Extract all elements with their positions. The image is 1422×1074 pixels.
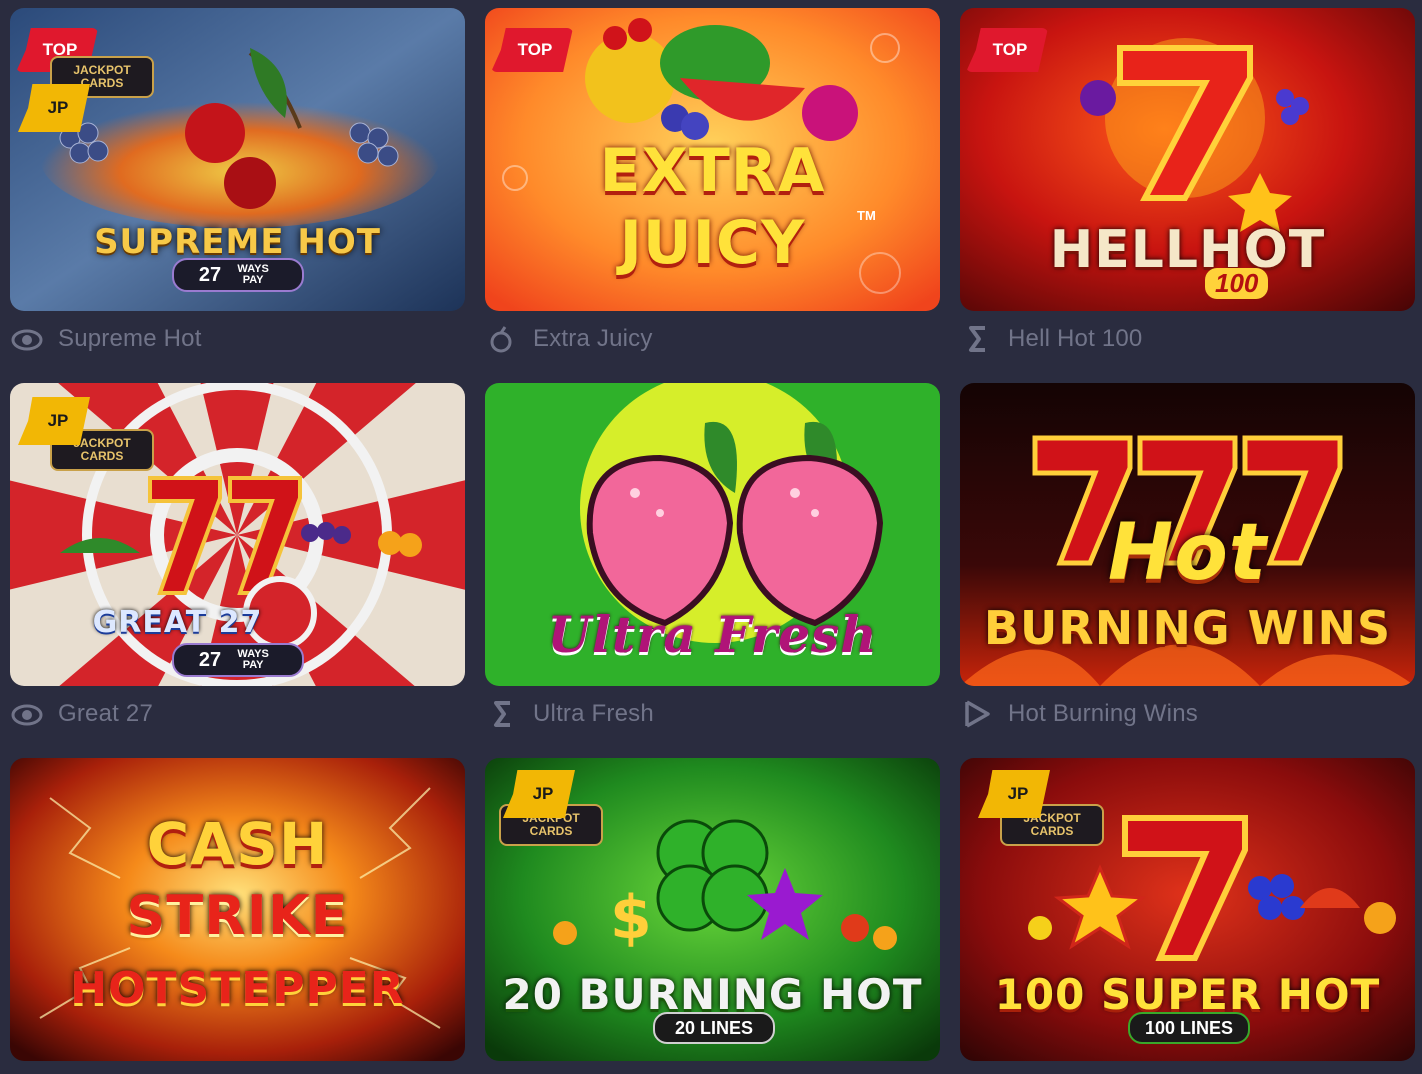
game-card-ultra-fresh[interactable]: Ultra Fresh bbox=[485, 383, 940, 686]
game-card-hell-hot-100[interactable]: HELLHOT 100 TOP bbox=[960, 8, 1415, 311]
ways-text: WAYS PAY bbox=[237, 648, 269, 671]
eye-provider-icon bbox=[10, 697, 44, 731]
game-card-great-27[interactable]: GREAT 27 27 WAYS PAY JACKPOT CARDS JP bbox=[10, 383, 465, 686]
games-grid: SUPREME HOT 27 WAYS PAY TOP JACKPOT CARD… bbox=[0, 0, 1422, 1074]
game-card-extra-juicy[interactable]: EXTRA JUICY TM TOP bbox=[485, 8, 940, 311]
ways-number: 27 bbox=[198, 648, 222, 671]
game-caption-extra-juicy[interactable]: Extra Juicy bbox=[485, 321, 653, 357]
game-title: Extra Juicy bbox=[533, 325, 653, 352]
game-card-supreme-hot[interactable]: SUPREME HOT 27 WAYS PAY TOP JACKPOT CARD… bbox=[10, 8, 465, 311]
art-title: SUPREME HOT bbox=[94, 222, 381, 262]
lines-label: 20 LINES bbox=[653, 1012, 775, 1044]
art-title-3: HOTSTEPPER bbox=[70, 963, 405, 1014]
art-title: CASH bbox=[146, 810, 329, 878]
art-subtitle: 100 bbox=[1205, 268, 1269, 299]
game-title: Hot Burning Wins bbox=[1008, 700, 1198, 727]
ways-pay-label: 27 WAYS PAY bbox=[172, 643, 304, 677]
art-title-2: STRIKE bbox=[126, 884, 349, 947]
ways-number: 27 bbox=[198, 263, 222, 286]
trademark-mark: TM bbox=[857, 208, 876, 223]
game-caption-hell-hot-100[interactable]: Hell Hot 100 bbox=[960, 321, 1142, 357]
game-card-cash-strike-hotstepper[interactable]: CASH STRIKE HOTSTEPPER bbox=[10, 758, 465, 1061]
game-caption-supreme-hot[interactable]: Supreme Hot bbox=[10, 321, 202, 357]
art-subtitle: BURNING WINS bbox=[983, 601, 1392, 655]
game-title: Supreme Hot bbox=[58, 325, 202, 352]
game-caption-hot-burning-wins[interactable]: Hot Burning Wins bbox=[960, 696, 1198, 732]
art-title: EXTRA bbox=[599, 136, 826, 206]
fruit-provider-icon bbox=[485, 322, 519, 356]
game-title: Great 27 bbox=[58, 700, 153, 727]
lines-label: 100 LINES bbox=[1128, 1012, 1250, 1044]
game-card-hot-burning-wins[interactable]: Hot BURNING WINS bbox=[960, 383, 1415, 686]
game-card-20-burning-hot[interactable]: $ 20 BURNING HOT 20 LINES JACKPOT CARDS … bbox=[485, 758, 940, 1061]
eye-provider-icon bbox=[10, 322, 44, 356]
ways-pay-label: 27 WAYS PAY bbox=[172, 258, 304, 292]
game-card-100-super-hot[interactable]: 100 SUPER HOT 100 LINES JACKPOT CARDS JP bbox=[960, 758, 1415, 1061]
game-caption-ultra-fresh[interactable]: Ultra Fresh bbox=[485, 696, 654, 732]
ways-text: WAYS PAY bbox=[237, 263, 269, 286]
game-caption-great-27[interactable]: Great 27 bbox=[10, 696, 153, 732]
game-title: Hell Hot 100 bbox=[1008, 325, 1143, 352]
art-title: HELLHOT bbox=[1049, 220, 1326, 280]
play-provider-icon bbox=[960, 697, 994, 731]
art-title: Ultra Fresh bbox=[547, 605, 878, 664]
epsilon-provider-icon bbox=[960, 322, 994, 356]
game-title: Ultra Fresh bbox=[533, 700, 654, 727]
art-title: GREAT 27 bbox=[92, 605, 263, 640]
epsilon-provider-icon bbox=[485, 697, 519, 731]
art-title: Hot bbox=[1107, 508, 1268, 598]
svg-text:$: $ bbox=[610, 883, 652, 953]
